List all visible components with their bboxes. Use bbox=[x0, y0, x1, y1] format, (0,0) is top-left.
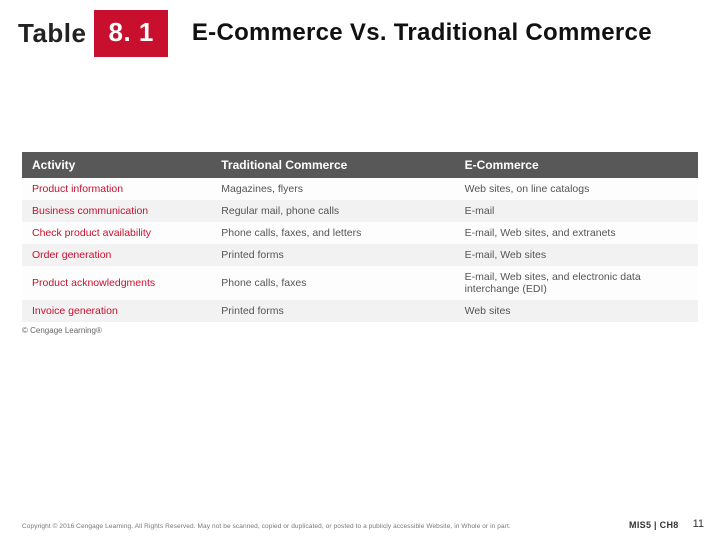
table-credit: © Cengage Learning® bbox=[22, 326, 698, 335]
table-row: Product acknowledgments Phone calls, fax… bbox=[22, 266, 698, 300]
cell-ecommerce: E-mail, Web sites, and electronic data i… bbox=[455, 266, 698, 300]
copyright-text: Copyright © 2016 Cengage Learning. All R… bbox=[22, 523, 629, 530]
cell-ecommerce: Web sites bbox=[455, 300, 698, 322]
col-header-traditional: Traditional Commerce bbox=[211, 152, 454, 178]
table-row: Product information Magazines, flyers We… bbox=[22, 178, 698, 200]
footer: Copyright © 2016 Cengage Learning. All R… bbox=[0, 518, 720, 530]
table-header-row: Activity Traditional Commerce E-Commerce bbox=[22, 152, 698, 178]
cell-traditional: Printed forms bbox=[211, 300, 454, 322]
cell-ecommerce: E-mail, Web sites, and extranets bbox=[455, 222, 698, 244]
cell-traditional: Phone calls, faxes bbox=[211, 266, 454, 300]
cell-ecommerce: Web sites, on line catalogs bbox=[455, 178, 698, 200]
col-header-ecommerce: E-Commerce bbox=[455, 152, 698, 178]
cell-ecommerce: E-mail, Web sites bbox=[455, 244, 698, 266]
table-number-badge: 8. 1 bbox=[94, 10, 167, 57]
page-number: 11 bbox=[693, 518, 704, 530]
table-row: Business communication Regular mail, pho… bbox=[22, 200, 698, 222]
table-row: Invoice generation Printed forms Web sit… bbox=[22, 300, 698, 322]
cell-traditional: Printed forms bbox=[211, 244, 454, 266]
cell-traditional: Regular mail, phone calls bbox=[211, 200, 454, 222]
cell-traditional: Phone calls, faxes, and letters bbox=[211, 222, 454, 244]
table-container: Activity Traditional Commerce E-Commerce… bbox=[22, 152, 698, 335]
cell-activity: Product acknowledgments bbox=[22, 266, 211, 300]
book-chapter-label: MIS5 | CH8 bbox=[629, 520, 679, 530]
cell-traditional: Magazines, flyers bbox=[211, 178, 454, 200]
comparison-table: Activity Traditional Commerce E-Commerce… bbox=[22, 152, 698, 322]
table-row: Check product availability Phone calls, … bbox=[22, 222, 698, 244]
page-title: E-Commerce Vs. Traditional Commerce bbox=[192, 19, 652, 47]
cell-activity: Order generation bbox=[22, 244, 211, 266]
table-label: Table bbox=[18, 18, 86, 49]
table-row: Order generation Printed forms E-mail, W… bbox=[22, 244, 698, 266]
cell-activity: Check product availability bbox=[22, 222, 211, 244]
slide: Table 8. 1 E-Commerce Vs. Traditional Co… bbox=[0, 0, 720, 540]
cell-activity: Product information bbox=[22, 178, 211, 200]
title-bar: Table 8. 1 E-Commerce Vs. Traditional Co… bbox=[18, 10, 702, 56]
cell-activity: Business communication bbox=[22, 200, 211, 222]
col-header-activity: Activity bbox=[22, 152, 211, 178]
cell-activity: Invoice generation bbox=[22, 300, 211, 322]
cell-ecommerce: E-mail bbox=[455, 200, 698, 222]
